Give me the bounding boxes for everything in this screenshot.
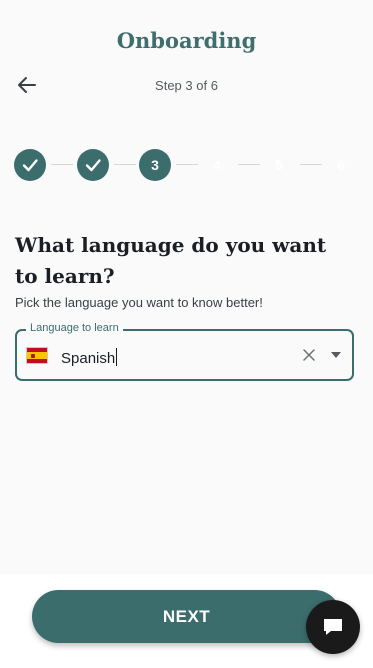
chat-button[interactable] <box>306 600 360 654</box>
question-hint: Pick the language you want to know bette… <box>15 295 263 310</box>
step-connector <box>176 164 198 165</box>
chat-icon <box>324 619 342 635</box>
question-title: What language do you want to learn? <box>15 233 327 288</box>
check-icon <box>85 159 101 172</box>
step-5-pending: 5 <box>275 157 283 173</box>
step-6-pending: 6 <box>337 157 345 173</box>
clear-button[interactable] <box>300 346 318 364</box>
step-2-complete <box>77 149 109 181</box>
step-indicator: Step 3 of 6 <box>155 78 218 93</box>
spain-flag-icon <box>26 347 48 364</box>
language-select-field[interactable]: Language to learn Spanish <box>15 322 354 381</box>
step-connector <box>114 164 136 165</box>
next-button[interactable]: NEXT <box>32 590 341 643</box>
step-connector <box>300 164 322 165</box>
step-4-pending: 4 <box>213 157 221 173</box>
step-3-current: 3 <box>139 149 171 181</box>
step-1-complete <box>14 149 46 181</box>
check-icon <box>22 159 38 172</box>
page-title: Onboarding <box>116 28 257 53</box>
step-connector <box>51 164 73 165</box>
language-input[interactable]: Spanish <box>61 348 118 367</box>
language-field-label: Language to learn <box>26 322 123 334</box>
caret-down-icon <box>331 352 341 358</box>
step-connector <box>238 164 260 165</box>
text-cursor <box>116 348 118 366</box>
dropdown-toggle[interactable] <box>329 350 343 360</box>
progress-stepper: 3 4 5 6 <box>14 149 373 181</box>
close-icon <box>303 349 315 361</box>
language-value: Spanish <box>61 350 116 367</box>
